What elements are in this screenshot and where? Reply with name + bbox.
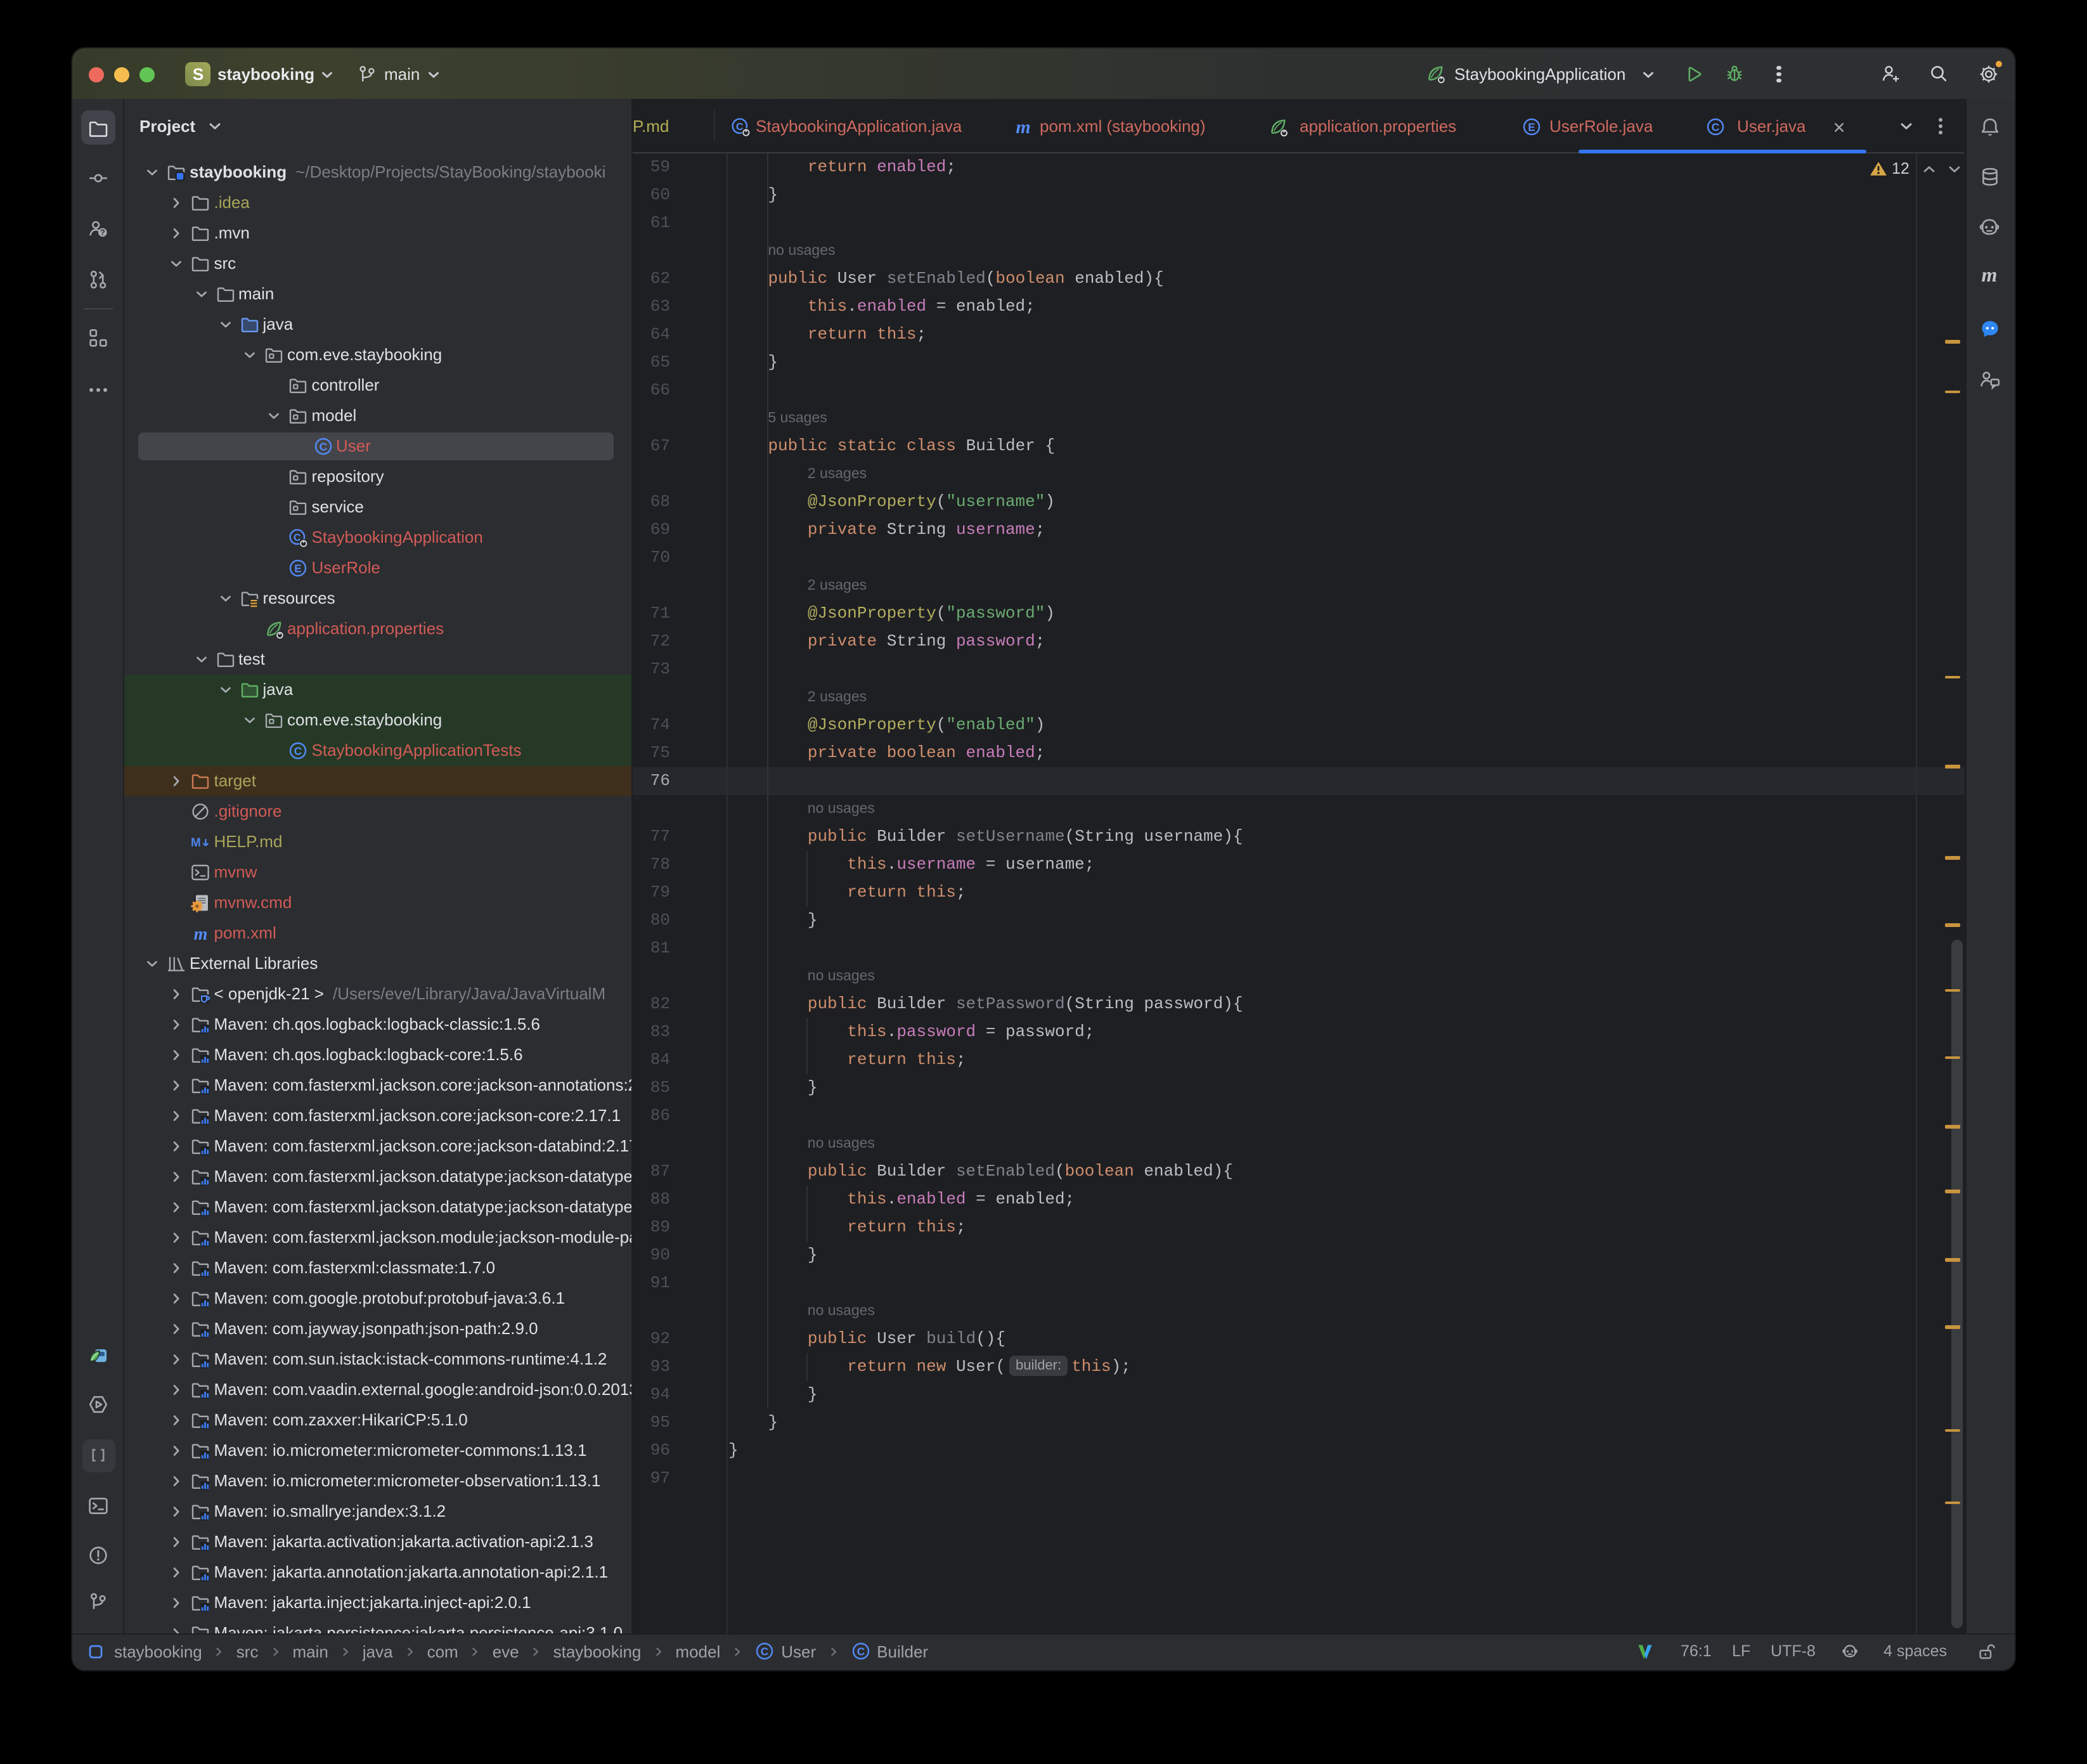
svg-text:C: C bbox=[294, 744, 302, 757]
svg-text:C: C bbox=[1712, 120, 1719, 133]
svg-text:?: ? bbox=[100, 228, 105, 237]
svg-text:C: C bbox=[319, 440, 326, 453]
svg-text:E: E bbox=[1528, 120, 1535, 133]
svg-text:E: E bbox=[295, 562, 302, 574]
svg-text:C: C bbox=[761, 1645, 768, 1657]
svg-text:M: M bbox=[191, 836, 202, 849]
svg-text:C: C bbox=[856, 1645, 864, 1657]
